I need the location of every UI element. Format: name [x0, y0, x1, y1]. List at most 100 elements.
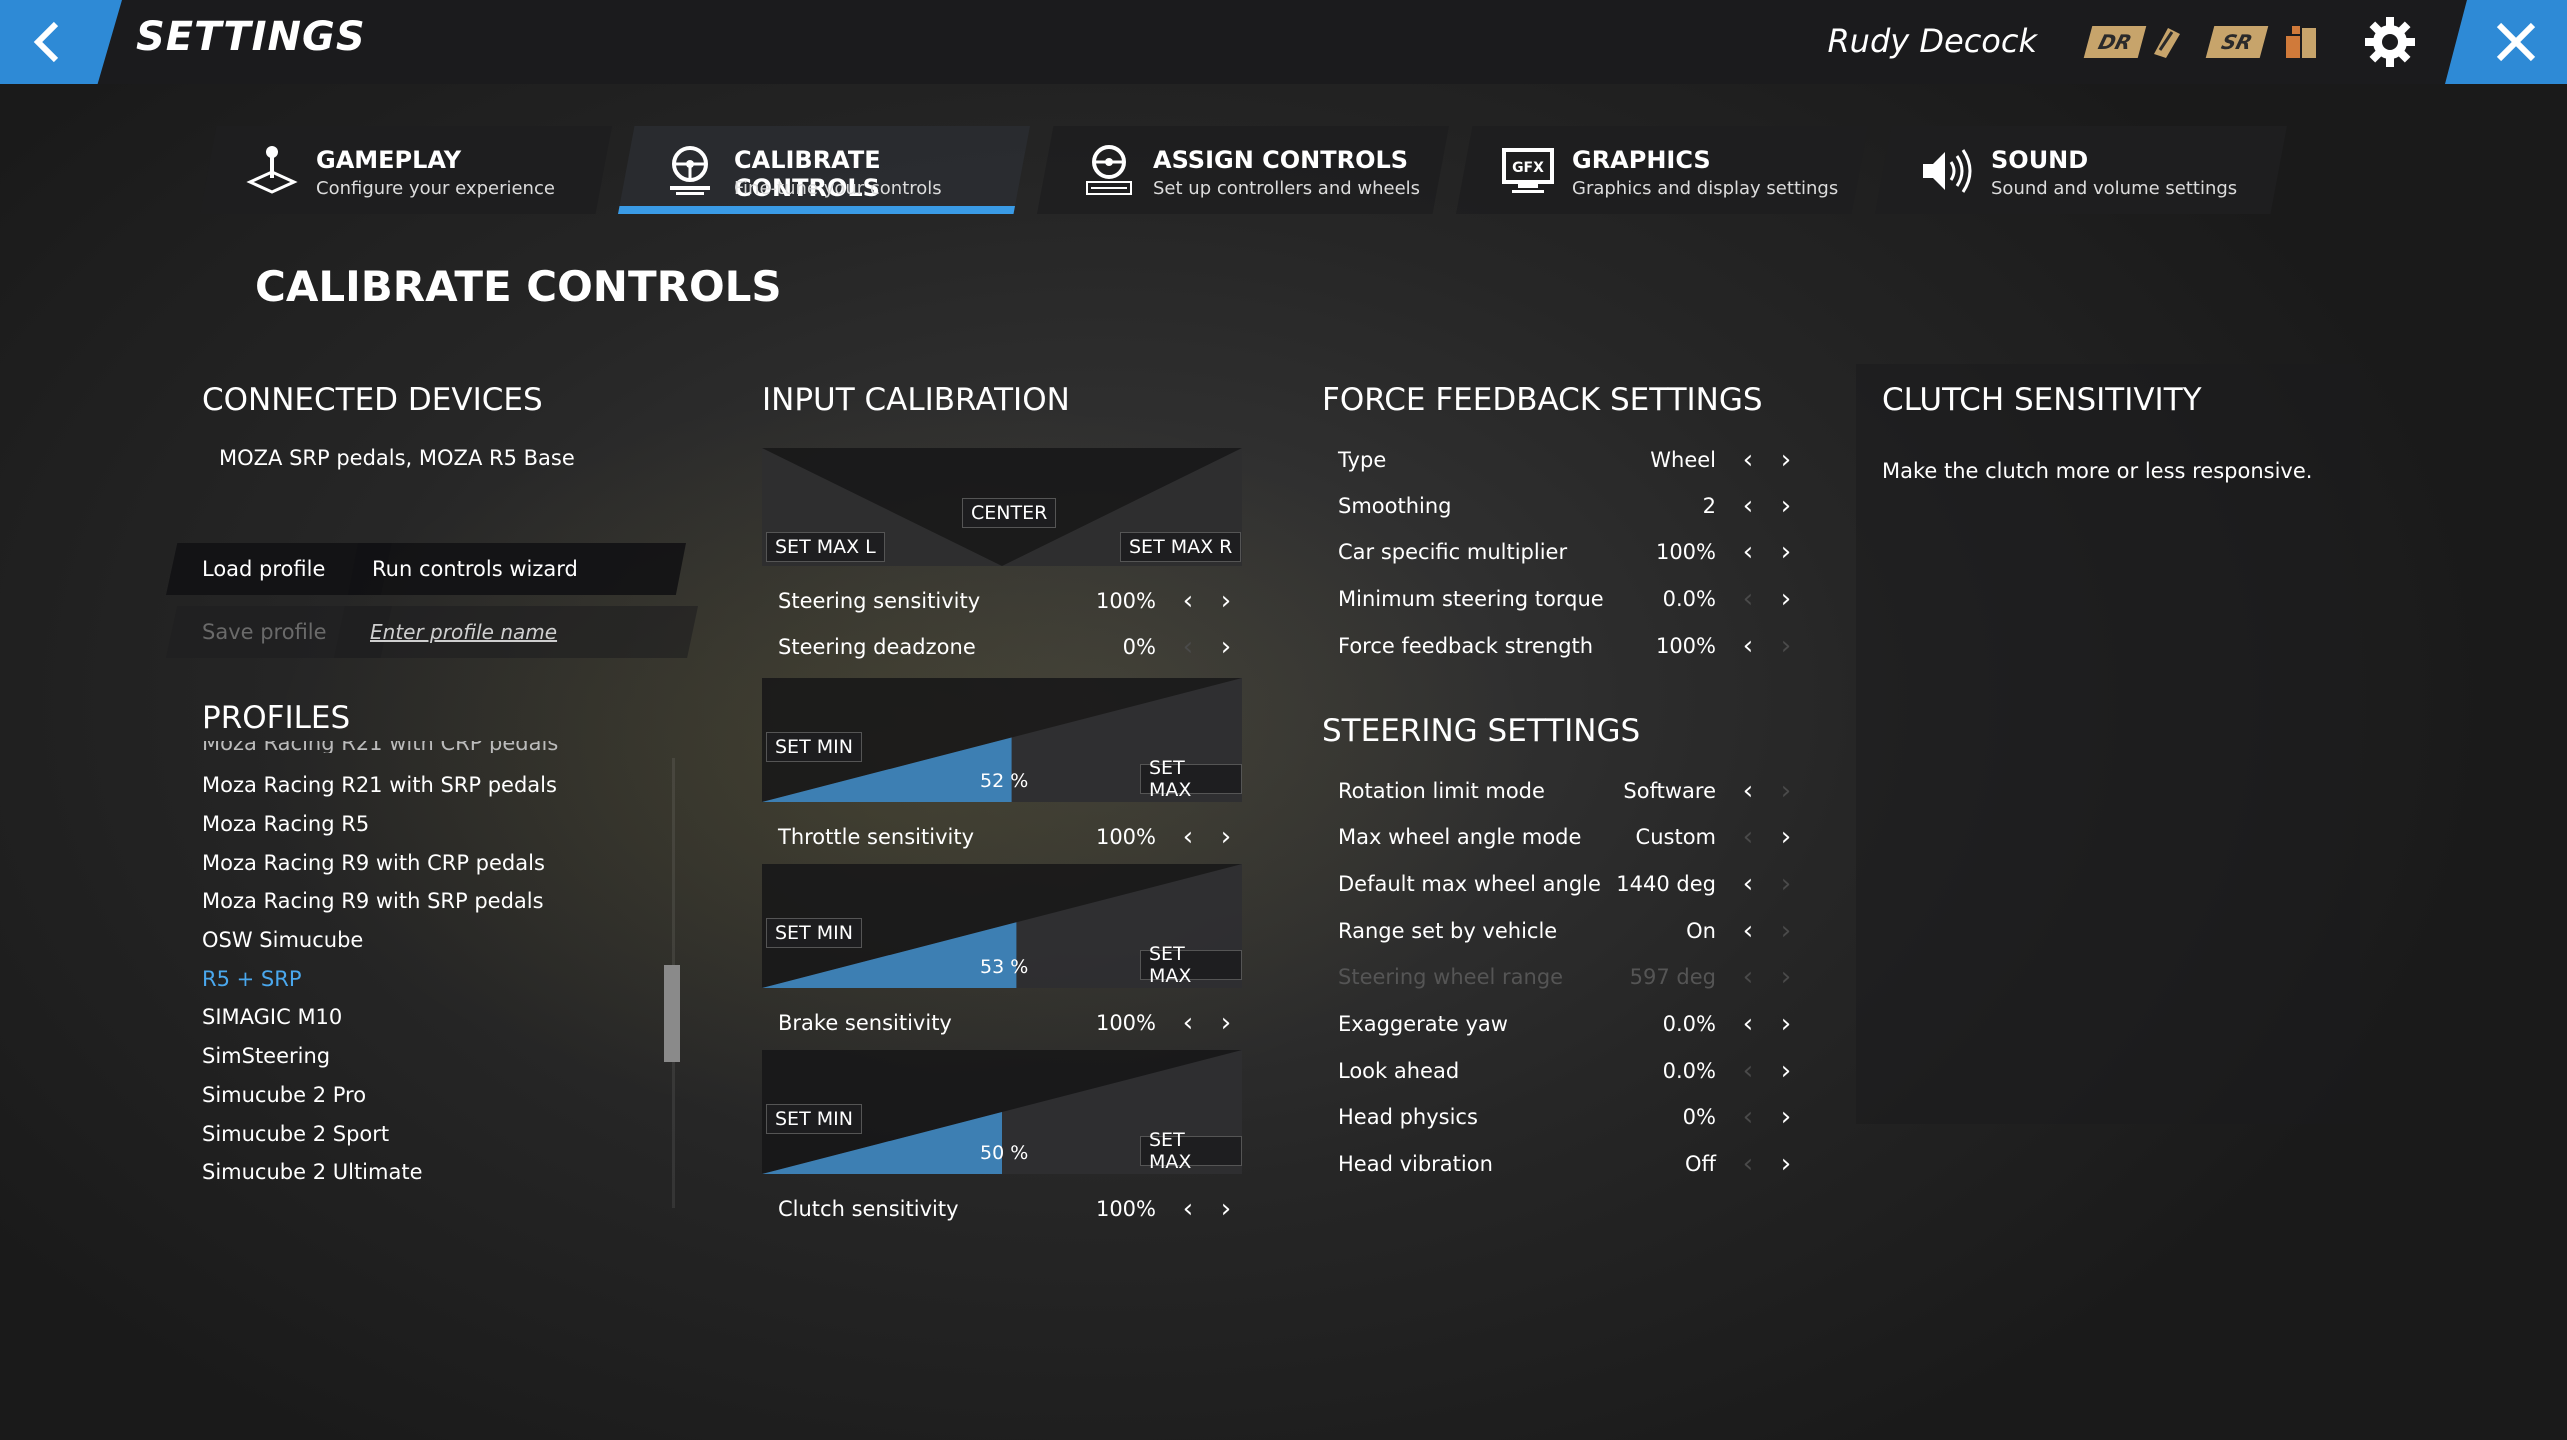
set-max-r-button[interactable]: SET MAX R: [1120, 532, 1242, 562]
chevron-right-icon[interactable]: ›: [1776, 1102, 1796, 1132]
tab-subtitle: Set up controllers and wheels: [1153, 178, 1421, 199]
chevron-left-icon[interactable]: ‹: [1178, 1194, 1198, 1224]
profile-item[interactable]: Simucube 2 Sport: [202, 1114, 672, 1153]
profile-item[interactable]: SimSteering: [202, 1037, 672, 1076]
profile-item[interactable]: OSW Simucube: [202, 921, 672, 960]
clutch-set-min-button[interactable]: SET MIN: [766, 1104, 862, 1134]
brake-sensitivity-row[interactable]: Brake sensitivity 100% ‹ ›: [762, 1000, 1242, 1046]
chevron-left-icon[interactable]: ‹: [1738, 631, 1758, 661]
chevron-left-icon[interactable]: ‹: [1738, 491, 1758, 521]
chevron-left-icon[interactable]: ‹: [1738, 822, 1758, 852]
profiles-scrollbar[interactable]: [664, 965, 680, 1062]
steering-row-label: Rotation limit mode: [1338, 779, 1545, 803]
back-button[interactable]: [0, 0, 122, 84]
throttle-set-min-button[interactable]: SET MIN: [766, 732, 862, 762]
profiles-title: PROFILES: [202, 700, 351, 736]
profile-item[interactable]: Moza Racing R5: [202, 805, 672, 844]
tab-gameplay[interactable]: GAMEPLAY Configure your experience: [200, 126, 612, 214]
steering-deadzone-value: 0%: [1122, 635, 1156, 659]
chevron-right-icon[interactable]: ›: [1776, 1149, 1796, 1179]
chevron-right-icon[interactable]: ›: [1776, 1056, 1796, 1086]
ffb-min-torque-row[interactable]: Minimum steering torque 0.0% ‹ ›: [1322, 576, 1802, 622]
throttle-percent: 52 %: [980, 770, 1028, 792]
brake-set-min-button[interactable]: SET MIN: [766, 918, 862, 948]
ffb-row-value: 2: [1702, 494, 1716, 518]
set-min-label: SET MIN: [775, 922, 853, 944]
chevron-right-icon[interactable]: ›: [1776, 445, 1796, 475]
chevron-right-icon[interactable]: ›: [1776, 584, 1796, 614]
profile-item[interactable]: Moza Racing R9 with CRP pedals: [202, 843, 672, 882]
chevron-right-icon[interactable]: ›: [1776, 822, 1796, 852]
chevron-left-icon[interactable]: ‹: [1738, 1056, 1758, 1086]
steering-row-max-angle-mode[interactable]: Max wheel angle mode Custom ‹ ›: [1322, 814, 1802, 860]
steering-row-rotation-limit[interactable]: Rotation limit mode Software ‹ ›: [1322, 768, 1802, 814]
profile-item[interactable]: Simucube 2 Ultimate: [202, 1153, 672, 1192]
chevron-left-icon[interactable]: ‹: [1738, 445, 1758, 475]
chevron-right-icon[interactable]: ›: [1776, 1009, 1796, 1039]
chevron-right-icon[interactable]: ›: [1776, 537, 1796, 567]
top-bar: SETTINGS Rudy Decock DR SR: [0, 0, 2567, 84]
throttle-set-max-button[interactable]: SET MAX: [1140, 757, 1242, 801]
steering-row-label: Exaggerate yaw: [1338, 1012, 1508, 1036]
ffb-smoothing-row[interactable]: Smoothing 2 ‹ ›: [1322, 483, 1802, 529]
chevron-right-icon[interactable]: ›: [1216, 586, 1236, 616]
steering-row-label: Head vibration: [1338, 1152, 1493, 1176]
profile-item-selected[interactable]: R5 + SRP: [202, 959, 672, 998]
chevron-left-icon[interactable]: ‹: [1738, 1102, 1758, 1132]
steering-row-default-max-angle[interactable]: Default max wheel angle 1440 deg ‹ ›: [1322, 861, 1802, 907]
chevron-right-icon[interactable]: ›: [1216, 822, 1236, 852]
chevron-left-icon[interactable]: ‹: [1178, 822, 1198, 852]
ffb-type-row[interactable]: Type Wheel ‹ ›: [1322, 437, 1802, 483]
steering-row-exaggerate-yaw[interactable]: Exaggerate yaw 0.0% ‹ ›: [1322, 1001, 1802, 1047]
chevron-left-icon[interactable]: ‹: [1738, 1149, 1758, 1179]
set-max-l-button[interactable]: SET MAX L: [766, 532, 885, 562]
steering-deadzone-row[interactable]: Steering deadzone 0% ‹ ›: [762, 624, 1242, 670]
clutch-sensitivity-row[interactable]: Clutch sensitivity 100% ‹ ›: [762, 1186, 1242, 1232]
chevron-left-icon[interactable]: ‹: [1738, 776, 1758, 806]
profile-item[interactable]: Moza Racing R9 with SRP pedals: [202, 882, 672, 921]
chevron-left-icon[interactable]: ‹: [1178, 586, 1198, 616]
chevron-right-icon[interactable]: ›: [1776, 631, 1796, 661]
clutch-set-max-button[interactable]: SET MAX: [1140, 1129, 1242, 1173]
steering-row-head-physics[interactable]: Head physics 0% ‹ ›: [1322, 1094, 1802, 1140]
throttle-sensitivity-row[interactable]: Throttle sensitivity 100% ‹ ›: [762, 814, 1242, 860]
ffb-strength-row[interactable]: Force feedback strength 100% ‹ ›: [1322, 623, 1802, 669]
brake-set-max-button[interactable]: SET MAX: [1140, 943, 1242, 987]
speaker-icon: [1919, 144, 1975, 198]
run-controls-wizard-button[interactable]: Run controls wizard: [348, 543, 686, 595]
profile-name-placeholder: Enter profile name: [370, 620, 558, 644]
tab-assign-controls[interactable]: ASSIGN CONTROLS Set up controllers and w…: [1037, 126, 1449, 214]
profile-item[interactable]: Moza Racing R21 with SRP pedals: [202, 766, 672, 805]
chevron-left-icon[interactable]: ‹: [1178, 632, 1198, 662]
chevron-left-icon[interactable]: ‹: [1738, 916, 1758, 946]
ffb-row-label: Minimum steering torque: [1338, 587, 1604, 611]
profiles-list: Moza Racing R21 with SRP pedals Moza Rac…: [202, 740, 672, 1210]
chevron-left-icon[interactable]: ‹: [1178, 1008, 1198, 1038]
chevron-left-icon[interactable]: ‹: [1738, 869, 1758, 899]
tab-graphics[interactable]: GFX GRAPHICS Graphics and display settin…: [1456, 126, 1868, 214]
close-button[interactable]: [2445, 0, 2567, 84]
chevron-right-icon[interactable]: ›: [1216, 1008, 1236, 1038]
chevron-right-icon[interactable]: ›: [1776, 916, 1796, 946]
gear-icon[interactable]: [2362, 14, 2418, 70]
center-button[interactable]: CENTER: [962, 498, 1057, 528]
steering-sensitivity-row[interactable]: Steering sensitivity 100% ‹ ›: [762, 578, 1242, 624]
profile-name-input[interactable]: Enter profile name: [334, 606, 698, 658]
tab-sound[interactable]: SOUND Sound and volume settings: [1875, 126, 2287, 214]
chevron-left-icon[interactable]: ‹: [1738, 537, 1758, 567]
chevron-right-icon[interactable]: ›: [1776, 869, 1796, 899]
chevron-left-icon[interactable]: ‹: [1738, 1009, 1758, 1039]
chevron-right-icon[interactable]: ›: [1216, 632, 1236, 662]
tab-calibrate-controls[interactable]: CALIBRATE CONTROLS Fine-tune your contro…: [618, 126, 1030, 214]
steering-row-head-vibration[interactable]: Head vibration Off ‹ ›: [1322, 1141, 1802, 1187]
profile-item[interactable]: Simucube 2 Pro: [202, 1076, 672, 1115]
steering-row-value: Off: [1685, 1152, 1716, 1176]
steering-row-range-by-vehicle[interactable]: Range set by vehicle On ‹ ›: [1322, 908, 1802, 954]
steering-row-look-ahead[interactable]: Look ahead 0.0% ‹ ›: [1322, 1048, 1802, 1094]
chevron-right-icon[interactable]: ›: [1216, 1194, 1236, 1224]
chevron-left-icon[interactable]: ‹: [1738, 584, 1758, 614]
profile-item[interactable]: SIMAGIC M10: [202, 998, 672, 1037]
chevron-right-icon[interactable]: ›: [1776, 491, 1796, 521]
chevron-right-icon[interactable]: ›: [1776, 776, 1796, 806]
ffb-car-multiplier-row[interactable]: Car specific multiplier 100% ‹ ›: [1322, 529, 1802, 575]
